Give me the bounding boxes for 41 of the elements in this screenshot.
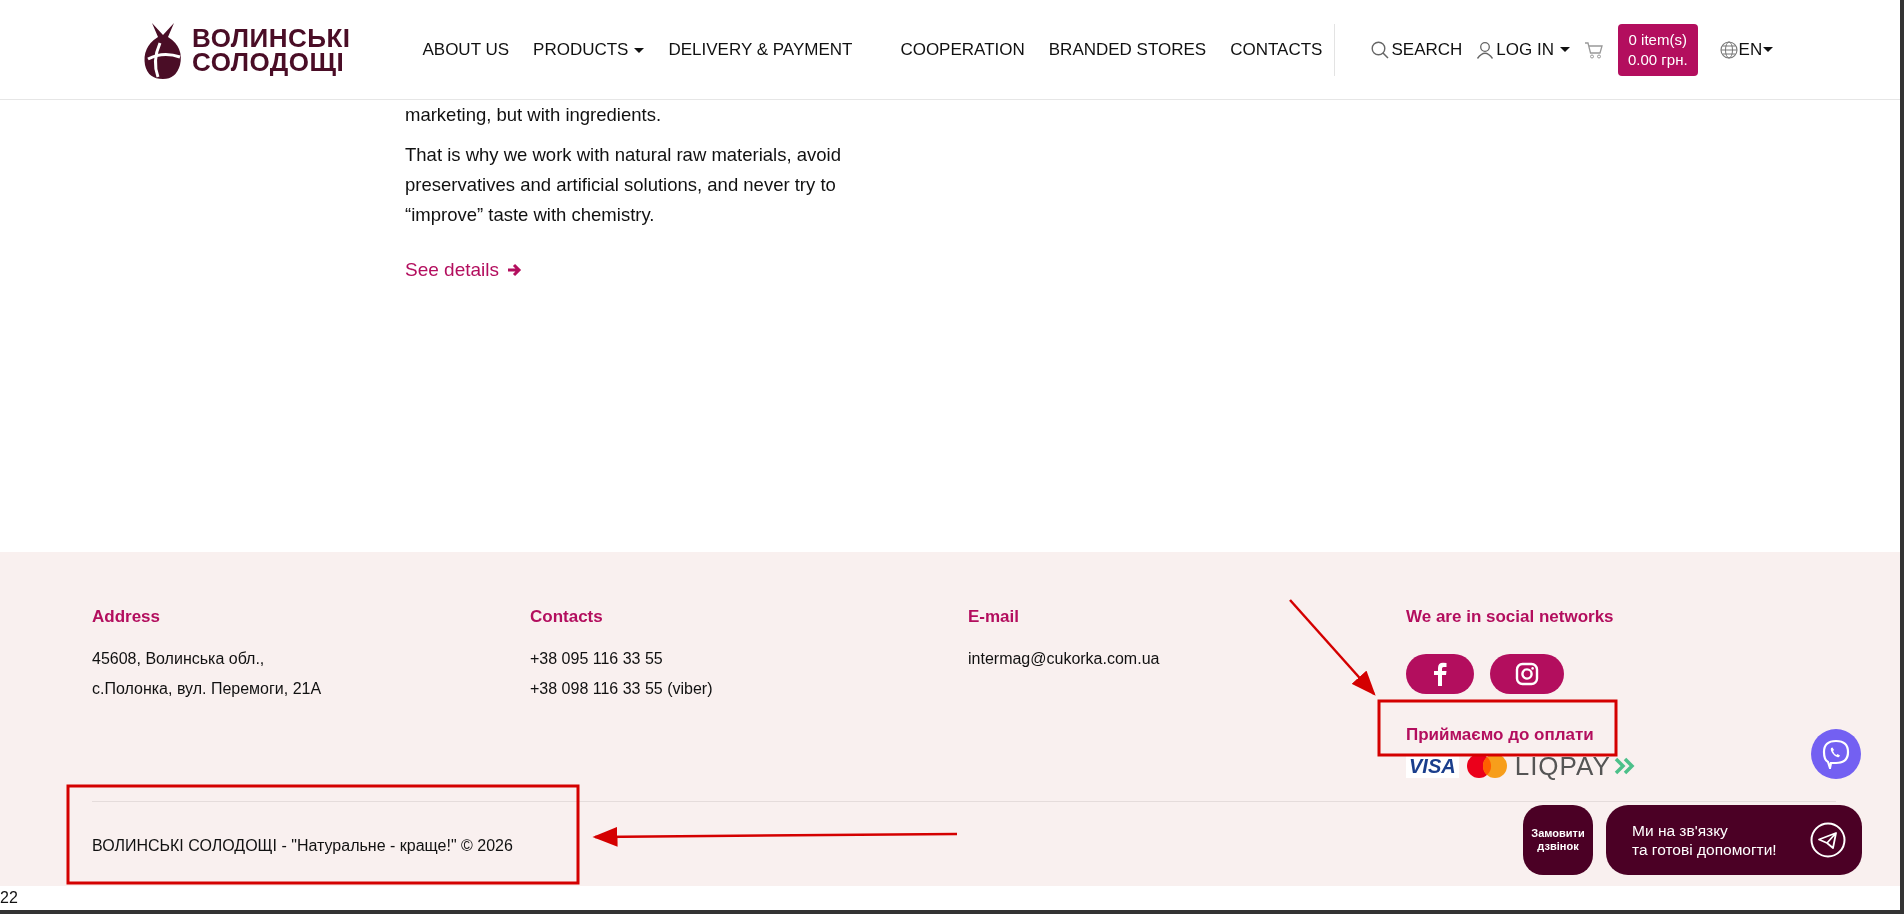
- callback-button[interactable]: Замовити дзвінок: [1523, 805, 1593, 875]
- instagram-button[interactable]: [1490, 653, 1564, 694]
- facebook-button[interactable]: [1406, 653, 1474, 694]
- paper-plane-icon: [1810, 822, 1846, 858]
- liqpay-logo: LIQPAY: [1514, 753, 1636, 779]
- cart-button[interactable]: 0 item(s) 0.00 грн.: [1617, 23, 1698, 76]
- arrow-icon: [507, 263, 522, 278]
- chat-button[interactable]: Ми на зв'язку та готові допомогти!: [1606, 805, 1862, 875]
- page-number: 22: [0, 889, 18, 906]
- payment-heading: Приймаємо до оплати: [1406, 723, 1595, 746]
- nav-link[interactable]: BRANDED STORES: [1048, 36, 1207, 63]
- nav-link[interactable]: ABOUT US: [422, 36, 510, 63]
- cart-icon[interactable]: [1583, 40, 1604, 59]
- viber-icon: [1821, 739, 1851, 769]
- login-dropdown[interactable]: LOG IN: [1476, 36, 1570, 63]
- paragraph: marketing, but with ingredients.: [405, 103, 663, 127]
- nav-link[interactable]: COOPERATION: [900, 36, 1025, 63]
- copyright-text: ВОЛИНСЬКІ СОЛОДОЩІ - "Натуральне - краще!" © 2026: [92, 836, 513, 856]
- column-heading: Contacts: [530, 606, 604, 628]
- nav-dropdown[interactable]: PRODUCTS: [533, 36, 645, 63]
- brand-name: ВОЛИНСЬКІ СОЛОДОЩІ: [192, 25, 351, 74]
- footer-text: +38 098 116 33 55 (viber): [530, 678, 714, 699]
- mastercard-logo: [1466, 754, 1507, 778]
- globe-icon: [1719, 40, 1738, 59]
- footer-text: intermag@cukorka.com.ua: [968, 648, 1161, 669]
- column-heading: We are in social networks: [1406, 606, 1615, 628]
- facebook-icon: [1433, 661, 1447, 686]
- nav-link[interactable]: CONTACTS: [1230, 36, 1323, 63]
- footer-text: +38 095 116 33 55: [530, 648, 664, 669]
- language-dropdown[interactable]: EN: [1719, 36, 1774, 63]
- nav-link[interactable]: DELIVERY & PAYMENT: [668, 36, 853, 63]
- instagram-icon: [1515, 661, 1539, 686]
- search-icon: [1371, 40, 1390, 59]
- search-link[interactable]: SEARCH: [1371, 36, 1463, 63]
- paragraph: That is why we work with natural raw materials, avoid preservatives and artificial solutions, and never try to “improve” taste with chemistry.: [405, 143, 842, 227]
- column-heading: E-mail: [968, 606, 1021, 628]
- see-details-link[interactable]: See details: [405, 256, 522, 285]
- footer-text: 45608, Волинська обл.,: [92, 648, 266, 669]
- user-icon: [1476, 40, 1495, 59]
- column-heading: Address: [92, 606, 162, 628]
- footer-text: с.Полонка, вул. Перемоги, 21А: [92, 678, 323, 699]
